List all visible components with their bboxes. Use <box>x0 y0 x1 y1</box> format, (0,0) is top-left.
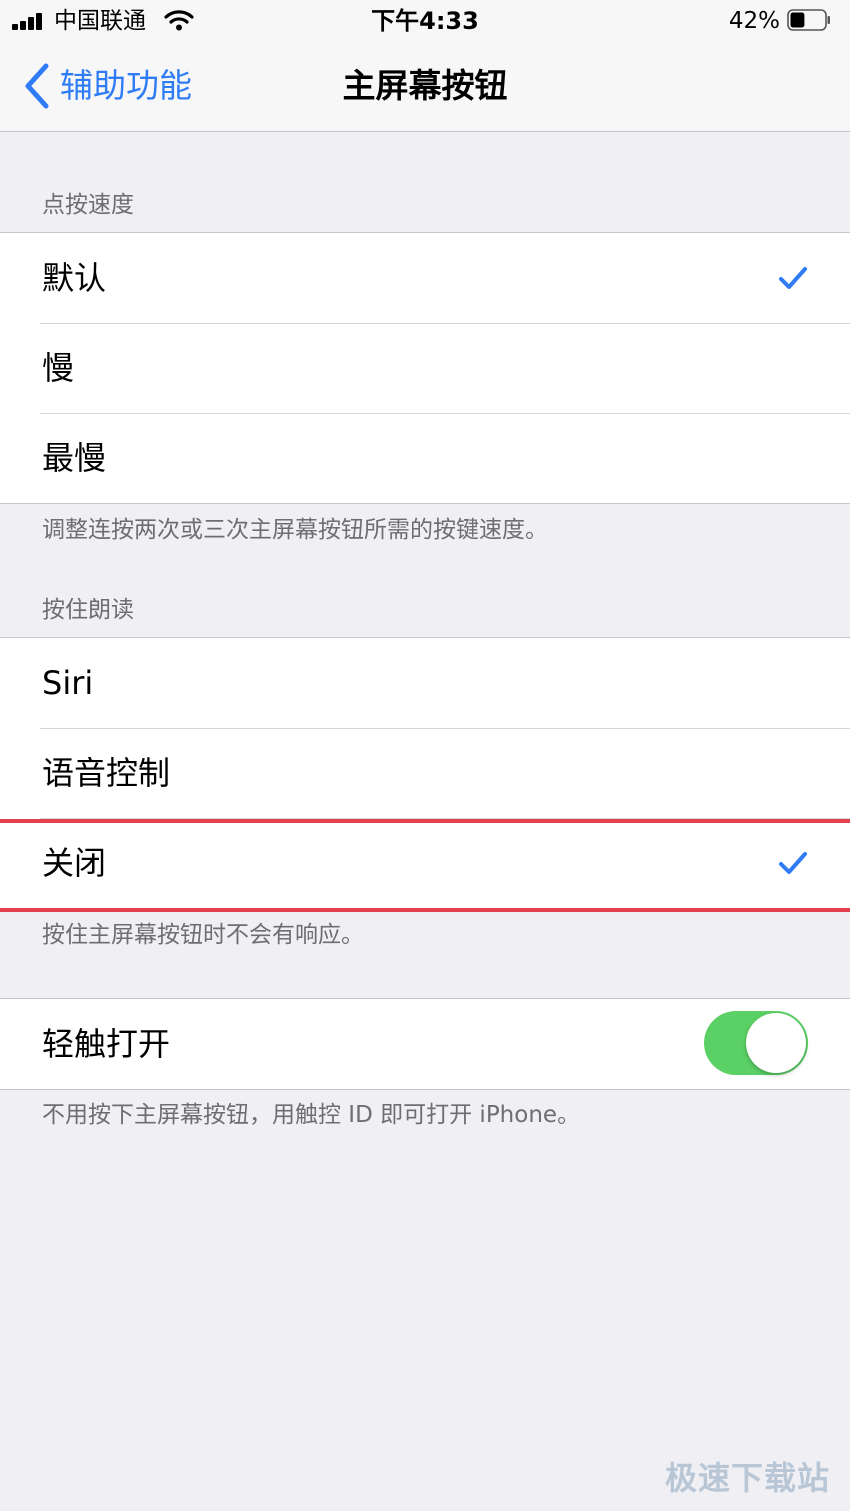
click-speed-header: 点按速度 <box>42 192 134 218</box>
status-time: 下午4:33 <box>371 7 479 35</box>
highlight-line-bottom <box>0 908 850 912</box>
click-speed-option-slowest[interactable]: 最慢 <box>0 413 850 503</box>
click-speed-option-default[interactable]: 默认 <box>0 233 850 323</box>
press-and-hold-header: 按住朗读 <box>42 597 134 623</box>
toggle-knob <box>746 1013 806 1073</box>
watermark: 极速下载站 <box>664 1459 830 1497</box>
option-label: Siri <box>42 664 94 702</box>
rest-finger-label: 轻触打开 <box>42 1025 171 1063</box>
press-and-hold-option-voice-control[interactable]: 语音控制 <box>0 728 850 818</box>
click-speed-footer: 调整连按两次或三次主屏幕按钮所需的按键速度。 <box>42 517 548 543</box>
rest-finger-toggle[interactable] <box>704 1011 808 1075</box>
checkmark-icon <box>779 267 807 289</box>
settings-screen: 中国联通 下午4:33 42% 辅助功能 主屏幕按钮 点按速度 默认 慢 最慢 … <box>0 0 850 1511</box>
option-label: 默认 <box>42 259 107 297</box>
click-speed-option-slow[interactable]: 慢 <box>0 323 850 413</box>
rest-finger-row: 轻触打开 <box>0 999 850 1089</box>
option-label: 慢 <box>42 349 75 387</box>
rest-finger-group: 轻触打开 <box>0 998 850 1090</box>
battery-icon <box>787 9 830 31</box>
rest-finger-footer: 不用按下主屏幕按钮，用触控 ID 即可打开 iPhone。 <box>42 1102 581 1128</box>
highlight-line-top <box>0 819 850 823</box>
press-and-hold-option-siri[interactable]: Siri <box>0 638 850 728</box>
option-label: 最慢 <box>42 439 107 477</box>
checkmark-icon <box>779 852 807 874</box>
navigation-bar: 辅助功能 主屏幕按钮 <box>0 44 850 132</box>
press-and-hold-group: Siri 语音控制 关闭 <box>0 637 850 909</box>
option-label: 语音控制 <box>42 754 171 792</box>
press-and-hold-footer: 按住主屏幕按钮时不会有响应。 <box>42 922 364 948</box>
page-title: 主屏幕按钮 <box>342 66 508 105</box>
battery-percentage: 42% <box>728 8 780 34</box>
option-label: 关闭 <box>42 844 107 882</box>
click-speed-group: 默认 慢 最慢 <box>0 232 850 504</box>
status-bar: 中国联通 下午4:33 42% <box>0 0 850 44</box>
press-and-hold-option-off[interactable]: 关闭 <box>0 818 850 908</box>
